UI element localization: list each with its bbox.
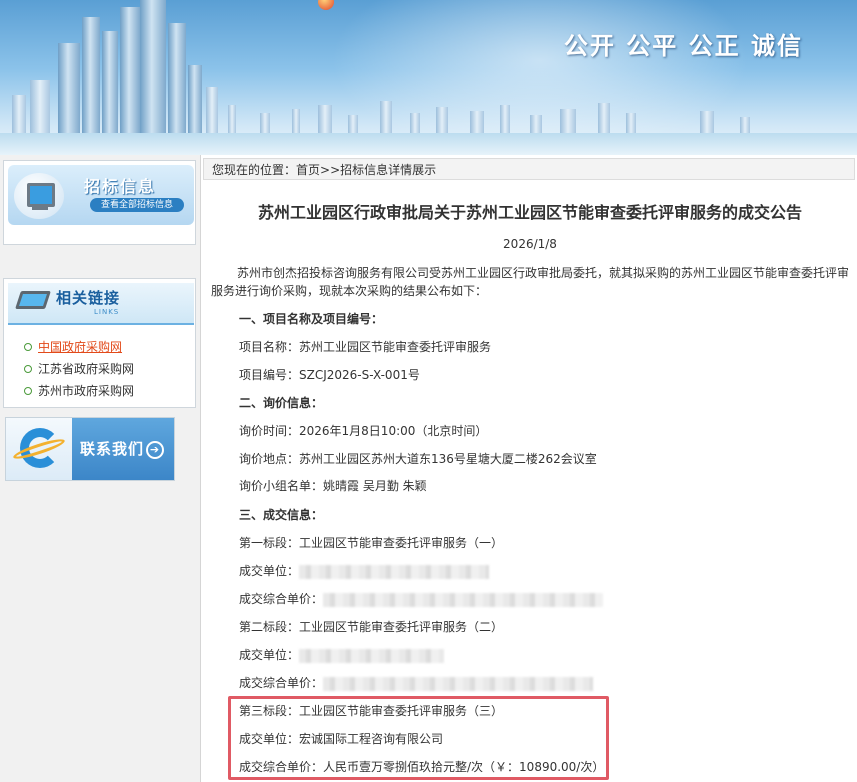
breadcrumb-home[interactable]: 首页: [296, 163, 320, 177]
contact-us-label: 联系我们 ➔: [80, 438, 165, 459]
bid-info-title: 招标信息: [84, 177, 157, 196]
section-heading-result: 三、成交信息：: [239, 508, 324, 522]
inquiry-group: 询价小组名单：姚晴霞 吴月勤 朱颖: [239, 479, 427, 493]
article-intro: 苏州市创杰招投标咨询服务有限公司受苏州工业园区行政审批局委托，就其拟采购的苏州工…: [211, 266, 850, 298]
lot3-price: 成交综合单价：人民币壹万零捌佰玖拾元整/次（￥：10890.00/次）: [239, 760, 605, 774]
project-name: 项目名称：苏州工业园区节能审查委托评审服务: [239, 340, 492, 354]
related-links-panel: 相关链接 LINKS 中国政府采购网 江苏省政府采购网 苏州市政府采购网: [3, 278, 196, 408]
lot2-price: 成交综合单价：: [239, 674, 594, 691]
section-heading-inquiry: 二、询价信息：: [239, 396, 324, 410]
banner-water: [0, 133, 857, 155]
section-heading-project: 一、项目名称及项目编号：: [239, 312, 384, 326]
ie-icon: [11, 424, 67, 474]
bullet-icon: [24, 386, 32, 395]
breadcrumb-current: 招标信息详情展示: [340, 163, 437, 177]
laptop-icon: [15, 291, 51, 309]
lot3-title: 第三标段：工业园区节能审查委托评审服务（三）: [239, 704, 504, 718]
link-item-suzhou: 苏州市政府采购网: [24, 380, 134, 402]
inquiry-place: 询价地点：苏州工业园区苏州大道东136号星塘大厦二楼262会议室: [239, 452, 597, 466]
lot3-winner: 成交单位：宏诚国际工程咨询有限公司: [239, 732, 444, 746]
contact-us-text: 联系我们: [80, 440, 145, 458]
breadcrumb-separator: >>: [320, 163, 341, 177]
link-suzhou[interactable]: 苏州市政府采购网: [38, 384, 134, 398]
monitor-icon: [14, 173, 64, 219]
bullet-icon: [24, 342, 32, 351]
arrow-right-icon: ➔: [146, 440, 165, 459]
main-content: 您现在的位置：首页>>招标信息详情展示 苏州工业园区行政审批局关于苏州工业园区节…: [203, 155, 857, 782]
balloon-icon: [318, 0, 334, 10]
project-number: 项目编号：SZCJ2026-S-X-001号: [239, 368, 420, 382]
contact-us-button[interactable]: 联系我们 ➔: [5, 417, 175, 481]
related-links-header: 相关链接 LINKS: [8, 283, 194, 325]
lot2-winner-label: 成交单位：: [239, 648, 300, 662]
article-title: 苏州工业园区行政审批局关于苏州工业园区节能审查委托评审服务的成交公告: [257, 203, 802, 222]
redacted-text: [299, 564, 490, 579]
bid-info-header: 招标信息 查看全部招标信息: [8, 165, 194, 225]
banner-slogan: 公开 公平 公正 诚信: [563, 32, 803, 60]
lot2-winner: 成交单位：: [239, 646, 445, 663]
redacted-text: [323, 676, 594, 691]
breadcrumb: 您现在的位置：首页>>招标信息详情展示: [203, 158, 855, 180]
inquiry-time: 询价时间：2026年1月8日10:00（北京时间）: [239, 424, 488, 438]
lot2-price-label: 成交综合单价：: [239, 676, 324, 690]
link-ccgp[interactable]: 中国政府采购网: [38, 340, 122, 354]
link-item-jiangsu: 江苏省政府采购网: [24, 358, 134, 380]
breadcrumb-prefix: 您现在的位置：: [212, 163, 297, 177]
link-item-ccgp: 中国政府采购网: [24, 336, 134, 358]
related-links-subtitle: LINKS: [94, 308, 120, 316]
lot1-winner: 成交单位：: [239, 562, 490, 579]
lot2-title: 第二标段：工业园区节能审查委托评审服务（二）: [239, 620, 504, 634]
bullet-icon: [24, 364, 32, 373]
lot1-price: 成交综合单价：: [239, 590, 604, 607]
article-date: 2026/1/8: [503, 237, 557, 251]
bid-info-panel: 招标信息 查看全部招标信息: [3, 160, 196, 245]
header-banner: 公开 公平 公正 诚信: [0, 0, 857, 155]
related-links-title: 相关链接: [56, 289, 121, 307]
lot1-title: 第一标段：工业园区节能审查委托评审服务（一）: [239, 536, 504, 550]
sidebar: 招标信息 查看全部招标信息 相关链接 LINKS 中国政府采购网 江苏省政府采购…: [0, 155, 201, 782]
related-links-list: 中国政府采购网 江苏省政府采购网 苏州市政府采购网: [24, 336, 134, 402]
redacted-text: [323, 592, 604, 607]
view-all-bids-button[interactable]: 查看全部招标信息: [90, 198, 184, 212]
redacted-text: [299, 648, 445, 663]
link-jiangsu[interactable]: 江苏省政府采购网: [38, 362, 134, 376]
lot1-price-label: 成交综合单价：: [239, 592, 324, 606]
lot1-winner-label: 成交单位：: [239, 564, 300, 578]
